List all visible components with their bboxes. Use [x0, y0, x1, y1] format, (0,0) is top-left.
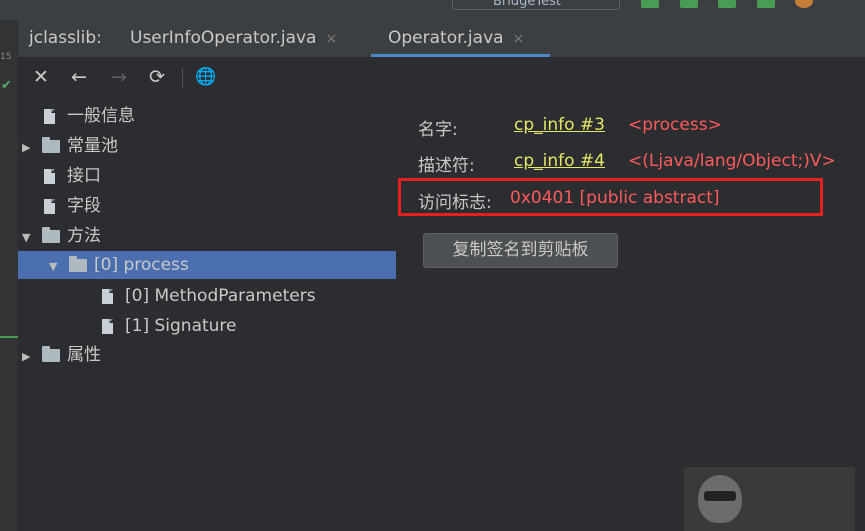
close-icon[interactable]: ×	[513, 31, 525, 47]
collapse-arrow-icon[interactable]: ▼	[22, 224, 36, 252]
tree-item-fields[interactable]: 字段	[38, 192, 101, 220]
file-icon	[102, 318, 113, 334]
access-flags-label: 访问标志:	[418, 193, 492, 213]
change-marker	[0, 336, 18, 338]
check-icon: ✔	[1, 78, 12, 93]
close-icon[interactable]: ×	[325, 31, 337, 47]
file-icon	[44, 168, 55, 184]
file-icon	[44, 108, 55, 124]
copy-signature-button[interactable]: 复制签名到剪贴板	[423, 233, 618, 268]
editor-tab-bar: jclasslib: UserInfoOperator.java × Operat…	[18, 20, 865, 58]
expand-arrow-icon[interactable]: ▶	[22, 343, 36, 371]
tree-item-constant-pool[interactable]: ▶ 常量池	[22, 132, 118, 160]
tab-userinfooperator[interactable]: UserInfoOperator.java ×	[130, 20, 337, 57]
tree-item-methods[interactable]: ▼ 方法	[22, 222, 101, 250]
tree-item-attributes[interactable]: ▶ 属性	[22, 341, 101, 369]
tree-item-method-parameters[interactable]: [0] MethodParameters	[96, 282, 316, 310]
folder-icon	[42, 226, 60, 243]
line-number: 15	[0, 52, 12, 62]
plugin-prefix-label: jclasslib:	[29, 28, 102, 48]
tree-item-interfaces[interactable]: 接口	[38, 162, 101, 190]
tab-label: Operator.java	[388, 28, 504, 48]
coverage-icon[interactable]	[718, 0, 736, 8]
name-value: <process>	[628, 115, 722, 135]
watermark-logo	[684, 467, 855, 531]
main-toolbar-strip: BridgeTest	[0, 0, 865, 20]
descriptor-value: <(Ljava/lang/Object;)V>	[628, 151, 836, 171]
tree-item-method-process[interactable]: ▼ [0] process	[18, 251, 396, 279]
profile-icon[interactable]	[757, 0, 775, 8]
descriptor-cp-link[interactable]: cp_info #4	[514, 151, 605, 171]
build-icon[interactable]	[795, 0, 813, 8]
run-icon[interactable]	[641, 0, 659, 8]
tree-item-general[interactable]: 一般信息	[38, 102, 135, 130]
editor-gutter: 15 ✔	[0, 20, 18, 531]
back-arrow-icon[interactable]: ←	[67, 64, 91, 90]
refresh-icon[interactable]: ⟳	[145, 64, 169, 90]
name-label: 名字:	[418, 120, 458, 140]
tree-item-signature[interactable]: [1] Signature	[96, 312, 237, 340]
run-configuration-select[interactable]: BridgeTest	[452, 0, 620, 10]
avatar-icon	[698, 475, 742, 523]
close-icon[interactable]: ✕	[29, 64, 53, 90]
forward-arrow-icon[interactable]: →	[107, 64, 131, 90]
expand-arrow-icon[interactable]: ▶	[22, 134, 36, 162]
globe-icon[interactable]: 🌐	[194, 64, 218, 90]
tab-operator[interactable]: Operator.java ×	[371, 20, 550, 57]
descriptor-label: 描述符:	[418, 156, 475, 176]
tab-label: UserInfoOperator.java	[130, 28, 317, 48]
folder-icon	[42, 345, 60, 362]
collapse-arrow-icon[interactable]: ▼	[49, 253, 63, 281]
folder-icon	[42, 136, 60, 153]
file-icon	[44, 198, 55, 214]
access-flags-value: 0x0401 [public abstract]	[510, 188, 720, 208]
debug-icon[interactable]	[680, 0, 698, 8]
toolbar-divider	[182, 68, 183, 88]
folder-icon	[69, 255, 87, 272]
jclasslib-toolbar: ✕ ← → ⟳ 🌐	[18, 58, 865, 98]
file-icon	[102, 288, 113, 304]
name-cp-link[interactable]: cp_info #3	[514, 115, 605, 135]
